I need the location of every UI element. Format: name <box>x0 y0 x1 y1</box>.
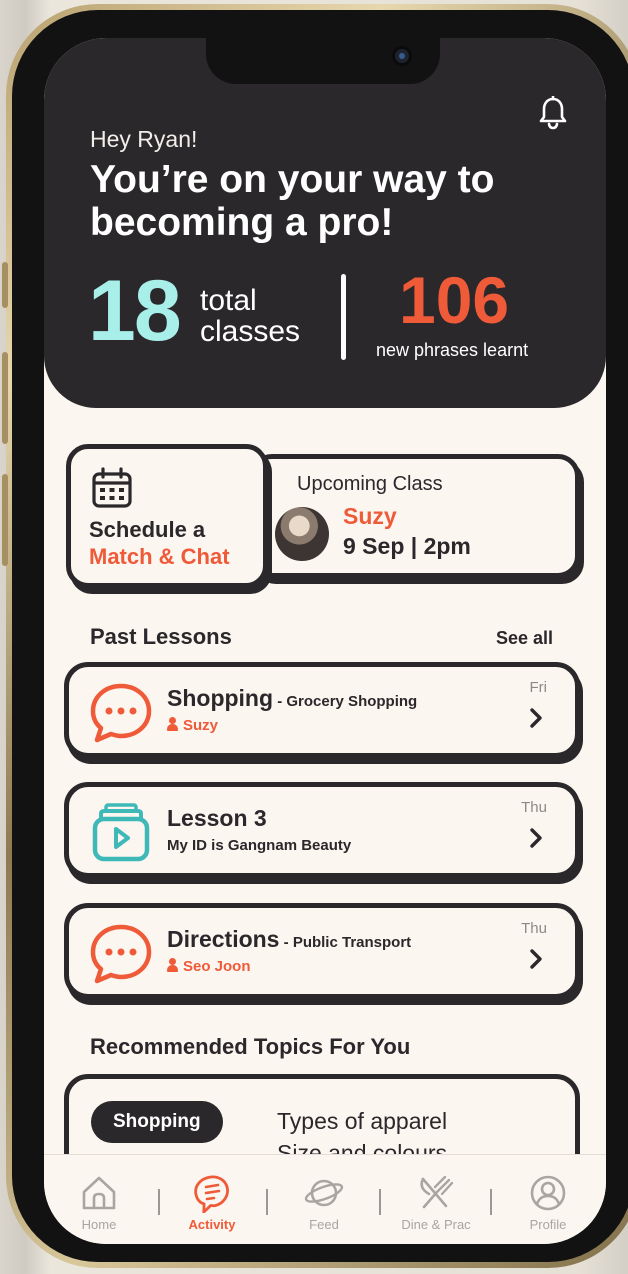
match-chat-label: Match & Chat <box>89 544 230 569</box>
tab-feed[interactable]: Feed <box>274 1173 374 1232</box>
tab-activity[interactable]: Activity <box>162 1173 262 1232</box>
class-datetime: 9 Sep | 2pm <box>343 533 471 559</box>
recommended-title: Recommended Topics For You <box>90 1034 411 1059</box>
lesson-card-directions[interactable]: Directions - Public Transport Seo Joon T… <box>64 903 580 999</box>
tab-divider <box>266 1189 268 1215</box>
notch <box>206 38 440 84</box>
lesson-day: Thu <box>521 799 547 816</box>
lesson-card-lesson-3[interactable]: Lesson 3 My ID is Gangnam Beauty Thu <box>64 782 580 878</box>
tab-label: Activity <box>188 1217 236 1232</box>
volume-up-button <box>2 352 8 444</box>
lesson-name: Directions <box>167 926 280 952</box>
schedule-match-chat-button[interactable]: Schedule a Match & Chat <box>66 444 268 588</box>
total-classes-count: 18 <box>88 263 182 359</box>
lesson-title: Lesson 3 <box>167 805 267 832</box>
planet-icon <box>304 1179 344 1207</box>
tutor-name: Seo Joon <box>183 958 251 975</box>
calendar-icon <box>92 467 132 508</box>
bell-icon[interactable] <box>538 96 568 130</box>
lesson-name: Shopping <box>167 685 274 711</box>
chat-bubble-icon <box>90 683 152 743</box>
lesson-day: Fri <box>529 679 548 696</box>
topic-pill[interactable]: Shopping <box>91 1101 223 1143</box>
tab-profile[interactable]: Profile <box>498 1173 598 1232</box>
bottom-tab-bar: Home Activity Feed Dine & Prac Profile <box>44 1154 606 1244</box>
tab-label: Feed <box>309 1217 339 1232</box>
tab-dine-prac[interactable]: Dine & Prac <box>386 1173 486 1232</box>
tab-divider <box>379 1189 381 1215</box>
hero-banner: Hey Ryan! You’re on your way to becoming… <box>44 38 606 408</box>
headline: You’re on your way to becoming a pro! <box>90 158 495 244</box>
lesson-title: Directions - Public Transport <box>167 926 411 953</box>
stats-divider <box>341 274 346 360</box>
person-icon <box>167 717 178 731</box>
upcoming-class-title: Upcoming Class <box>297 473 443 495</box>
tab-label: Home <box>81 1217 117 1232</box>
classes-label: classes <box>200 315 301 348</box>
total-label: total <box>200 284 257 317</box>
chevron-right-icon[interactable] <box>529 827 543 849</box>
lesson-topic: - Public Transport <box>279 934 412 951</box>
volume-down-button <box>2 474 8 566</box>
activity-icon <box>194 1175 229 1213</box>
profile-icon <box>530 1175 566 1211</box>
lesson-topic: - Grocery Shopping <box>273 693 418 710</box>
tab-label: Profile <box>529 1217 567 1232</box>
app-screen: Hey Ryan! You’re on your way to becoming… <box>44 38 606 1244</box>
lesson-description: My ID is Gangnam Beauty <box>167 837 352 854</box>
lesson-title: Shopping - Grocery Shopping <box>167 685 417 712</box>
tab-divider <box>158 1189 160 1215</box>
front-camera <box>392 46 412 66</box>
lesson-tutor: Seo Joon <box>167 958 251 975</box>
see-all-link[interactable]: See all <box>496 628 553 649</box>
silent-switch <box>2 262 8 308</box>
tutor-name: Suzy <box>183 717 219 734</box>
lesson-day: Thu <box>521 920 547 937</box>
video-lesson-icon <box>92 803 150 862</box>
greeting: Hey Ryan! <box>90 126 198 152</box>
tab-home[interactable]: Home <box>49 1173 149 1232</box>
phrases-label: new phrases learnt <box>376 340 529 360</box>
utensils-icon <box>420 1175 454 1209</box>
home-icon <box>82 1176 116 1210</box>
chevron-right-icon[interactable] <box>529 707 543 729</box>
upcoming-class-card[interactable]: Upcoming Class Suzy 9 Sep | 2pm <box>250 454 580 578</box>
topic-item: Types of apparel <box>277 1108 448 1134</box>
tab-divider <box>490 1189 492 1215</box>
person-icon <box>167 958 178 972</box>
total-classes-label: total classes <box>200 285 300 347</box>
schedule-label: Schedule a <box>89 517 206 542</box>
lesson-tutor: Suzy <box>167 717 218 734</box>
tutor-name: Suzy <box>343 503 397 529</box>
lesson-name: Lesson 3 <box>167 805 267 831</box>
chevron-right-icon[interactable] <box>529 948 543 970</box>
past-lessons-title: Past Lessons <box>90 624 232 649</box>
lesson-card-shopping[interactable]: Shopping - Grocery Shopping Suzy Fri <box>64 662 580 758</box>
chat-bubble-icon <box>90 924 152 984</box>
phrases-count: 106 <box>399 263 510 337</box>
avatar <box>275 507 329 561</box>
tab-label: Dine & Prac <box>401 1217 471 1232</box>
